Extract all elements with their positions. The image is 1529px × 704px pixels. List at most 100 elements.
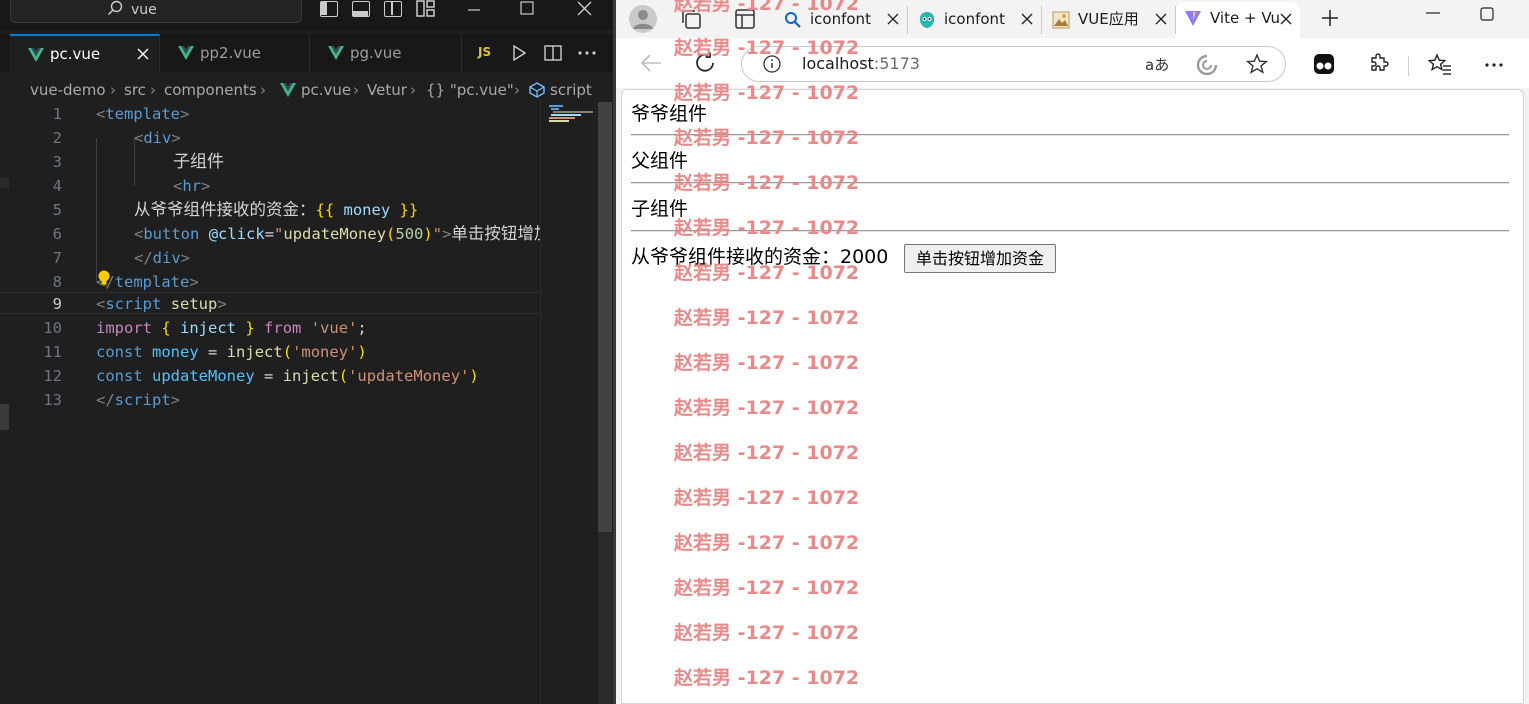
minimize-icon[interactable] [468, 4, 480, 16]
vite-logo [1185, 11, 1201, 26]
code-token: 'updateMoney' [348, 367, 470, 385]
watermark-text: 赵若男 -127 - 1072 [674, 307, 860, 329]
tab-label: iconfont [944, 10, 1005, 28]
code-line: 子组件 [173, 150, 224, 174]
close-icon[interactable] [577, 1, 592, 16]
toggle-primary-sidebar-icon[interactable] [320, 1, 338, 17]
close-tab-icon[interactable] [137, 48, 149, 60]
favorites-icon[interactable] [1428, 53, 1452, 75]
minimap[interactable] [540, 102, 598, 704]
code-token: updateMoney [152, 367, 255, 385]
line-number: 10 [43, 319, 62, 337]
code-line: import { inject } from 'vue'; [96, 319, 367, 337]
watermark-text: 赵若男 -127 - 1072 [674, 127, 860, 149]
code-token: 500 [395, 225, 424, 243]
tab-label: VUE应用 [1078, 10, 1139, 28]
breadcrumb-item[interactable]: Vetur [367, 78, 407, 102]
code-token: const [96, 343, 143, 361]
browser-tab-active[interactable]: Vite + Vu [1176, 2, 1300, 38]
close-tab-icon[interactable] [1280, 13, 1292, 25]
split-editor-icon[interactable] [544, 45, 562, 61]
maximize-icon[interactable] [1480, 7, 1494, 21]
line-number: 4 [52, 177, 62, 195]
code-token: money [343, 201, 391, 219]
code-token: template [105, 105, 180, 123]
browser-tab[interactable]: iconfont [910, 6, 1042, 34]
favorite-star-icon[interactable] [1246, 53, 1268, 75]
code-token: 'money' [292, 343, 358, 361]
chevron-right-icon: › [110, 81, 116, 99]
tab-pg-vue[interactable]: pg.vue [310, 34, 462, 72]
browser-tab[interactable]: VUE应用 [1044, 6, 1176, 34]
code-token: updateMoney [283, 225, 387, 243]
tab-label: pp2.vue [200, 44, 261, 62]
code-token: 子组件 [173, 152, 224, 172]
run-icon[interactable] [512, 45, 526, 61]
toggle-secondary-sidebar-icon[interactable] [384, 1, 402, 17]
code-line: </script> [96, 391, 181, 409]
breadcrumb-item[interactable]: script [550, 78, 592, 102]
code-editor[interactable]: 1 2 3 4 5 6 7 8 9 10 11 12 13 <template>… [0, 102, 540, 704]
tab-label: pc.vue [50, 45, 101, 63]
code-line: <script setup> [96, 295, 227, 313]
extensions-puzzle-icon[interactable] [1368, 52, 1390, 74]
add-money-button[interactable]: 单击按钮增加资金 [904, 244, 1056, 273]
breadcrumb-item[interactable]: {} "pc.vue" [426, 78, 514, 102]
code-token: hr [182, 177, 202, 195]
line-number: 2 [52, 129, 62, 147]
breadcrumb-item[interactable]: components [164, 78, 257, 102]
editor-scrollbar[interactable] [598, 102, 612, 532]
image-favicon [1052, 11, 1070, 29]
command-center-search[interactable]: vue [10, 0, 302, 23]
code-line: <div> [134, 129, 181, 147]
maximize-icon[interactable] [520, 1, 534, 15]
customize-layout-icon[interactable] [416, 0, 436, 18]
new-tab-icon[interactable] [1320, 8, 1340, 28]
more-actions-icon[interactable] [578, 51, 596, 55]
breadcrumb-item[interactable]: pc.vue [301, 78, 351, 102]
code-token: 单击按钮增加资金 [451, 224, 540, 243]
close-tab-icon[interactable] [887, 13, 899, 25]
profile-avatar-icon[interactable] [628, 4, 658, 34]
editor-actions: JS [462, 34, 613, 72]
chevron-right-icon: › [353, 81, 359, 99]
watermark-text: 赵若男 -127 - 1072 [674, 397, 860, 419]
watermark-text: 赵若男 -127 - 1072 [674, 532, 860, 554]
close-tab-icon[interactable] [1021, 13, 1033, 25]
watermark-text: 赵若男 -127 - 1072 [674, 0, 860, 15]
tab-pc-vue[interactable]: pc.vue [10, 34, 160, 72]
watermark-text: 赵若男 -127 - 1072 [674, 172, 860, 194]
tab-pp2-vue[interactable]: pp2.vue [160, 34, 310, 72]
js-file-badge[interactable]: JS [478, 45, 491, 59]
breadcrumb-item[interactable]: src [124, 78, 146, 102]
vue-file-icon [178, 46, 194, 60]
symbol-namespace-icon [529, 82, 545, 98]
vue-file-icon [280, 83, 296, 97]
extension-tampermonkey-icon[interactable] [1313, 53, 1335, 75]
watermark-text: 赵若男 -127 - 1072 [674, 262, 860, 284]
chevron-right-icon: › [514, 81, 520, 99]
tab-label: Vite + Vu [1210, 9, 1281, 27]
line-number: 3 [52, 153, 62, 171]
tab-label: pg.vue [350, 44, 402, 62]
line-number: 1 [52, 105, 62, 123]
line-number: 12 [43, 367, 62, 385]
watermark-text: 赵若男 -127 - 1072 [674, 487, 860, 509]
read-aloud-icon[interactable]: aあ [1145, 54, 1169, 75]
breadcrumb-item[interactable]: vue-demo [30, 78, 106, 102]
toggle-panel-icon[interactable] [352, 1, 370, 17]
vue-file-icon [328, 46, 344, 60]
activity-bar-indicator [0, 178, 9, 188]
line-number: 8 [52, 273, 62, 291]
browser-essentials-icon[interactable] [1196, 54, 1218, 76]
back-arrow-icon[interactable] [640, 53, 662, 73]
lightbulb-icon[interactable] [97, 270, 111, 286]
watermark-text: 赵若男 -127 - 1072 [674, 577, 860, 599]
code-token: script [114, 391, 171, 409]
chevron-right-icon: › [150, 81, 156, 99]
close-tab-icon[interactable] [1155, 13, 1167, 25]
settings-more-icon[interactable] [1485, 63, 1503, 67]
parent-component-label: 父组件 [631, 150, 689, 172]
code-token: @click [208, 225, 265, 243]
minimize-icon[interactable] [1426, 12, 1440, 14]
